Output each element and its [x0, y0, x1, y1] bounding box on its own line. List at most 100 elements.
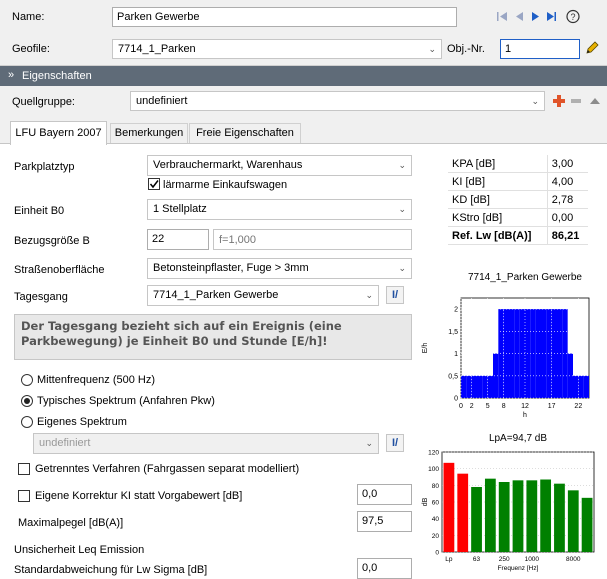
quellgruppe-select[interactable]: undefiniert ⌄	[130, 91, 545, 111]
name-field[interactable]: Parken Gewerbe	[112, 7, 457, 27]
parkplatztyp-label: Parkplatztyp	[14, 161, 75, 173]
tab-freie-eigenschaften[interactable]: Freie Eigenschaften	[189, 123, 301, 143]
tagesgang-edit-button[interactable]: I/	[386, 286, 404, 304]
info-box: Der Tagesgang bezieht sich auf ein Ereig…	[14, 314, 412, 360]
next-record-icon[interactable]	[532, 12, 539, 21]
table-row: KStro [dB] 0,00	[448, 208, 588, 227]
radio-eigenes-label: Eigenes Spektrum	[37, 416, 127, 428]
spectrum-bar	[554, 483, 565, 552]
radio-mittenfrequenz[interactable]	[21, 374, 33, 386]
bezugsgroesse-field[interactable]: 22	[147, 229, 209, 250]
getrennt-checkbox[interactable]	[18, 463, 30, 475]
y-tick-label: 40	[432, 516, 440, 523]
maximal-field[interactable]: 97,5	[357, 511, 412, 532]
einheit-select[interactable]: 1 Stellplatz ⌄	[147, 199, 412, 220]
chevron-down-icon: ⌄	[398, 204, 406, 214]
y-tick-label: 1	[454, 351, 458, 358]
pencil-icon[interactable]	[584, 40, 600, 56]
prev-record-icon[interactable]	[516, 12, 523, 21]
einheit-value: 1 Stellplatz	[153, 203, 207, 215]
y-tick-label: 100	[428, 466, 439, 473]
eigenes-select: undefiniert ⌄	[33, 433, 379, 454]
ref-lw-label: Ref. Lw [dB(A)]	[448, 226, 548, 245]
x-tick-label: 0	[459, 403, 463, 410]
x-tick-label: 17	[548, 403, 556, 410]
collapse-icon[interactable]: »	[8, 68, 14, 82]
korrektur-label: Eigene Korrektur KI statt Vorgabewert [d…	[35, 490, 243, 502]
hour-bar	[477, 375, 483, 398]
korrektur-field[interactable]: 0,0	[357, 484, 412, 505]
objnr-field[interactable]: 1	[500, 39, 580, 59]
chart-title: 7714_1_Parken Gewerbe	[468, 272, 582, 283]
f-field[interactable]	[213, 229, 412, 250]
hour-bar	[461, 375, 467, 398]
remove-icon[interactable]	[571, 99, 581, 103]
geofile-select[interactable]: 7714_1_Parken ⌄	[112, 39, 442, 59]
y-tick-label: 2	[454, 307, 458, 314]
objnr-label: Obj.-Nr.	[447, 43, 485, 55]
last-record-icon[interactable]	[547, 12, 556, 21]
chart-title: LpA=94,7 dB	[489, 433, 547, 444]
y-tick-label: 0,5	[448, 373, 458, 380]
spectrum-bar	[498, 482, 510, 552]
strassen-select[interactable]: Betonsteinpflaster, Fuge > 3mm ⌄	[147, 258, 412, 279]
spectrum-bar	[526, 480, 538, 552]
spectrum-bar	[567, 490, 579, 552]
spectrum-bar	[484, 478, 496, 552]
tab-lfu-bayern[interactable]: LFU Bayern 2007	[10, 121, 107, 145]
hour-bar	[573, 375, 579, 398]
spectrum-bar	[443, 462, 455, 552]
radio-eigenes-spektrum[interactable]	[21, 416, 33, 428]
tagesgang-chart: 7714_1_Parken Gewerbe0 2 5 8 12 17 2200,511,52…	[422, 272, 590, 418]
x-tick-label: 63	[473, 556, 481, 563]
ki-label: KI [dB]	[448, 172, 548, 191]
x-tick-label: 2	[470, 403, 474, 410]
hour-bar	[578, 375, 584, 398]
strassen-label: Straßenoberfläche	[14, 264, 105, 276]
x-axis-label: h	[523, 412, 527, 418]
y-tick-label: 0	[454, 396, 458, 403]
help-icon[interactable]: ?	[566, 9, 580, 24]
kd-value: 2,78	[546, 190, 588, 209]
chevron-down-icon: ⌄	[398, 263, 406, 273]
parkplatztyp-select[interactable]: Verbrauchermarkt, Warenhaus ⌄	[147, 155, 412, 176]
table-row: KPA [dB] 3,00	[448, 155, 588, 173]
x-tick-label: 22	[574, 403, 582, 410]
standard-field[interactable]: 0,0	[357, 558, 412, 579]
chevron-down-icon: ⌄	[365, 290, 373, 300]
tab-label: LFU Bayern 2007	[15, 127, 102, 139]
tab-bemerkungen[interactable]: Bemerkungen	[110, 123, 188, 143]
first-record-icon[interactable]	[497, 12, 507, 21]
radio-typisches-spektrum[interactable]	[21, 395, 33, 407]
korrektur-checkbox[interactable]	[18, 490, 30, 502]
tagesgang-label: Tagesgang	[14, 291, 68, 303]
getrennt-label: Getrenntes Verfahren (Fahrgassen separat…	[35, 463, 300, 475]
info-text: Der Tagesgang bezieht sich auf ein Ereig…	[21, 319, 342, 348]
hour-bar	[583, 375, 589, 398]
x-tick-label: 8	[502, 403, 506, 410]
chevron-down-icon: ⌄	[398, 160, 406, 170]
kpa-value: 3,00	[546, 155, 588, 173]
hour-bar	[487, 375, 493, 398]
nav-icons: ?	[497, 9, 580, 24]
y-tick-label: 80	[432, 483, 440, 490]
y-axis-label: dB	[422, 497, 429, 506]
table-row: Ref. Lw [dB(A)] 86,21	[448, 226, 588, 245]
tagesgang-select[interactable]: 7714_1_Parken Gewerbe ⌄	[147, 285, 379, 306]
add-icon[interactable]	[553, 95, 565, 107]
laermarme-checkbox[interactable]	[148, 178, 160, 190]
kpa-label: KPA [dB]	[448, 155, 548, 173]
eigenes-edit-button[interactable]: I/	[386, 434, 404, 452]
parkplatztyp-value: Verbrauchermarkt, Warenhaus	[153, 159, 303, 171]
nav-controls: ?	[495, 9, 595, 25]
kpa-table: KPA [dB] 3,00 KI [dB] 4,00 KD [dB] 2,78 KSt…	[448, 155, 588, 245]
collapse-up-icon[interactable]	[590, 96, 600, 104]
x-axis-label: Frequenz [Hz]	[498, 565, 539, 572]
chevron-down-icon: ⌄	[531, 96, 539, 106]
geofile-value: 7714_1_Parken	[118, 43, 196, 55]
eigenes-value: undefiniert	[39, 437, 91, 449]
standard-label: Standardabweichung für Lw Sigma [dB]	[14, 564, 208, 576]
ref-lw-value: 86,21	[546, 226, 588, 245]
help-glyph: ?	[570, 12, 575, 22]
bezugsgroesse-label: Bezugsgröße B	[14, 235, 90, 247]
